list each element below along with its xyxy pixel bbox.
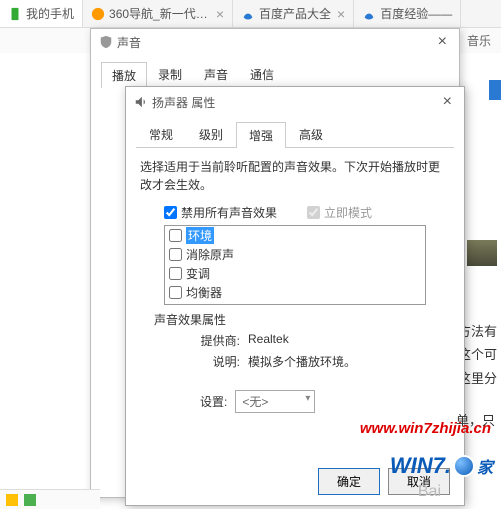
speaker-dialog-tabs: 常规 级别 增强 高级 bbox=[136, 121, 454, 148]
setting-row: 设置: <无> bbox=[200, 390, 450, 413]
tab-label: 我的手机 bbox=[26, 5, 74, 22]
description-key: 说明: bbox=[180, 353, 240, 370]
baidu-watermark: Bai bbox=[418, 483, 441, 501]
tab-playback[interactable]: 播放 bbox=[101, 62, 147, 88]
description-value: 模拟多个播放环境。 bbox=[248, 353, 356, 370]
sound-icon bbox=[99, 35, 113, 49]
tab-label: 360导航_新一代安全上网导航 bbox=[109, 5, 210, 22]
provider-value: Realtek bbox=[248, 332, 289, 349]
browser-tabs: 我的手机 360导航_新一代安全上网导航 × 百度产品大全 × 百度经验—— bbox=[0, 0, 501, 28]
disable-all-effects-checkbox[interactable]: 禁用所有声音效果 bbox=[164, 204, 277, 221]
close-icon[interactable]: × bbox=[337, 6, 345, 22]
status-icon bbox=[24, 494, 36, 506]
effect-checkbox[interactable] bbox=[169, 248, 182, 261]
tab-enhance[interactable]: 增强 bbox=[236, 122, 286, 148]
effect-checkbox[interactable] bbox=[169, 286, 182, 299]
favicon-360-icon bbox=[91, 7, 105, 21]
orb-icon bbox=[453, 455, 475, 477]
sound-dialog-titlebar: 声音 × bbox=[91, 29, 459, 55]
tab-general[interactable]: 常规 bbox=[136, 121, 186, 147]
instant-mode-input bbox=[307, 206, 320, 219]
effect-item-pitch[interactable]: 变调 bbox=[165, 264, 425, 283]
speaker-properties-dialog: 扬声器 属性 × 常规 级别 增强 高级 选择适用于当前聆听配置的声音效果。下次… bbox=[125, 86, 465, 506]
disable-all-input[interactable] bbox=[164, 206, 177, 219]
enhance-description: 选择适用于当前聆听配置的声音效果。下次开始播放时更改才会生效。 bbox=[140, 158, 450, 194]
tab-recording[interactable]: 录制 bbox=[147, 61, 193, 87]
description-row: 说明: 模拟多个播放环境。 bbox=[180, 353, 450, 370]
tab-360[interactable]: 360导航_新一代安全上网导航 × bbox=[83, 0, 233, 27]
effect-checkbox[interactable] bbox=[169, 267, 182, 280]
status-icon bbox=[6, 494, 18, 506]
speaker-icon bbox=[134, 95, 148, 109]
tab-myphone[interactable]: 我的手机 bbox=[0, 0, 83, 27]
effect-item-equalizer[interactable]: 均衡器 bbox=[165, 283, 425, 302]
setting-select[interactable]: <无> bbox=[235, 390, 315, 413]
provider-row: 提供商: Realtek bbox=[180, 332, 450, 349]
favicon-baidu-icon bbox=[241, 7, 255, 21]
tab-baidu-jingyan[interactable]: 百度经验—— bbox=[354, 0, 461, 27]
instant-mode-checkbox: 立即模式 bbox=[307, 204, 372, 221]
tab-comm[interactable]: 通信 bbox=[239, 61, 285, 87]
watermark-logo: WIN7. 家 bbox=[390, 453, 493, 479]
close-icon[interactable]: × bbox=[439, 93, 456, 111]
sound-dialog-tabs: 播放 录制 声音 通信 bbox=[101, 61, 449, 88]
ok-button[interactable]: 确定 bbox=[318, 468, 380, 495]
side-decoration bbox=[489, 80, 501, 100]
speaker-dialog-titlebar: 扬声器 属性 × bbox=[126, 87, 464, 117]
tab-level[interactable]: 级别 bbox=[186, 121, 236, 147]
side-bottom-text: 单，只 bbox=[456, 410, 495, 429]
effects-listbox[interactable]: 环境 消除原声 变调 均衡器 bbox=[164, 225, 426, 305]
tab-label: 百度经验—— bbox=[380, 5, 452, 22]
close-icon[interactable]: × bbox=[216, 6, 224, 22]
link-music[interactable]: 音乐 bbox=[467, 32, 491, 49]
effect-properties-label: 声音效果属性 bbox=[154, 311, 450, 328]
tab-label: 百度产品大全 bbox=[259, 5, 331, 22]
provider-key: 提供商: bbox=[180, 332, 240, 349]
status-icons bbox=[6, 494, 36, 506]
favicon-baidu-icon bbox=[362, 7, 376, 21]
dialog-title-text: 声音 bbox=[117, 34, 434, 51]
effect-checkbox[interactable] bbox=[169, 229, 182, 242]
effect-item-denoise[interactable]: 消除原声 bbox=[165, 245, 425, 264]
tab-baidu-products[interactable]: 百度产品大全 × bbox=[233, 0, 354, 27]
enhance-content: 选择适用于当前聆听配置的声音效果。下次开始播放时更改才会生效。 禁用所有声音效果… bbox=[126, 148, 464, 423]
phone-icon bbox=[8, 7, 22, 21]
setting-label: 设置: bbox=[200, 393, 227, 410]
tab-sound[interactable]: 声音 bbox=[193, 61, 239, 87]
dialog-title-text: 扬声器 属性 bbox=[152, 94, 439, 111]
side-thumbnail bbox=[467, 240, 497, 266]
close-icon[interactable]: × bbox=[434, 33, 451, 51]
tab-advanced[interactable]: 高级 bbox=[286, 121, 336, 147]
effect-item-environment[interactable]: 环境 bbox=[165, 226, 425, 245]
options-row: 禁用所有声音效果 立即模式 bbox=[164, 204, 450, 221]
